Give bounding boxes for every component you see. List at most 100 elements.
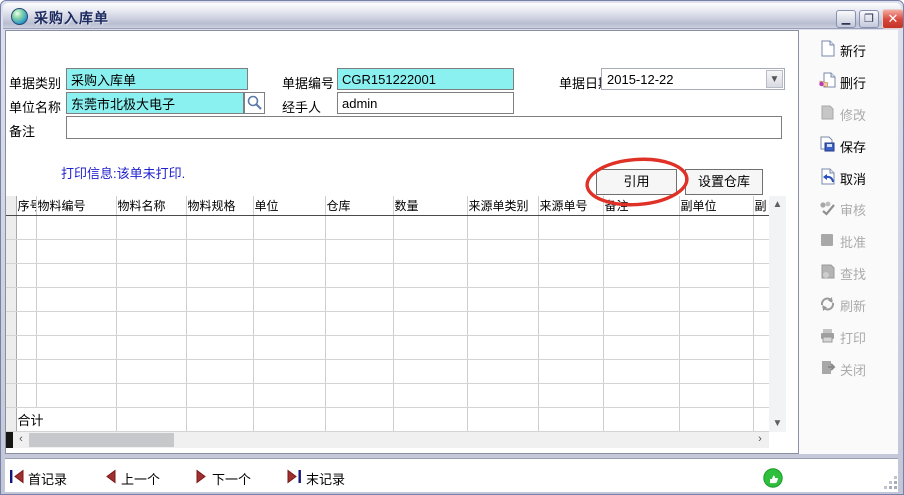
table-cell[interactable] (393, 287, 467, 311)
table-cell[interactable] (325, 263, 393, 287)
table-cell[interactable] (116, 239, 186, 263)
hscroll-splitter[interactable] (6, 432, 13, 448)
table-cell[interactable] (753, 215, 769, 239)
table-cell[interactable] (253, 383, 325, 407)
table-cell[interactable] (603, 383, 679, 407)
table-cell[interactable] (16, 239, 36, 263)
table-cell[interactable] (538, 311, 603, 335)
maximize-button[interactable]: ❐ (859, 10, 879, 28)
table-cell[interactable] (538, 239, 603, 263)
table-cell[interactable] (36, 311, 116, 335)
table-cell[interactable] (186, 311, 253, 335)
table-cell[interactable] (325, 335, 393, 359)
table-cell[interactable] (679, 215, 753, 239)
table-cell[interactable] (467, 287, 538, 311)
table-cell[interactable] (603, 239, 679, 263)
table-cell[interactable] (679, 383, 753, 407)
table-cell[interactable] (753, 263, 769, 287)
table-cell[interactable] (253, 311, 325, 335)
table-cell[interactable] (679, 239, 753, 263)
table-cell[interactable] (116, 311, 186, 335)
close-button[interactable]: ✕ (882, 9, 904, 29)
table-cell[interactable] (253, 215, 325, 239)
horizontal-scrollbar[interactable]: ‹ › (6, 432, 769, 448)
table-cell[interactable] (325, 287, 393, 311)
chevron-down-icon[interactable]: ▼ (766, 70, 783, 88)
titlebar[interactable]: 采购入库单 ▁ ❐ ✕ (3, 3, 901, 29)
table-cell[interactable] (753, 239, 769, 263)
minimize-button[interactable]: ▁ (836, 10, 856, 28)
remarks-field[interactable] (66, 116, 782, 139)
table-cell[interactable] (753, 359, 769, 383)
table-cell[interactable] (467, 239, 538, 263)
table-cell[interactable] (679, 311, 753, 335)
scroll-left-icon[interactable]: ‹ (14, 432, 28, 448)
table-cell[interactable] (325, 311, 393, 335)
table-cell[interactable] (538, 215, 603, 239)
table-cell[interactable] (116, 383, 186, 407)
unit-name-field[interactable] (66, 92, 244, 114)
table-cell[interactable] (186, 359, 253, 383)
table-cell[interactable] (538, 359, 603, 383)
scroll-up-icon[interactable]: ▲ (769, 196, 786, 213)
table-cell[interactable] (679, 287, 753, 311)
table-cell[interactable] (393, 239, 467, 263)
table-cell[interactable] (603, 287, 679, 311)
table-cell[interactable] (186, 239, 253, 263)
scroll-down-icon[interactable]: ▼ (769, 415, 786, 432)
table-cell[interactable] (116, 359, 186, 383)
sidebar-item-save[interactable]: 保存 (819, 135, 895, 155)
table-cell[interactable] (679, 359, 753, 383)
table-cell[interactable] (253, 359, 325, 383)
table-cell[interactable] (603, 215, 679, 239)
table-cell[interactable] (393, 311, 467, 335)
table-cell[interactable] (603, 335, 679, 359)
table-cell[interactable] (16, 359, 36, 383)
table-cell[interactable] (753, 335, 769, 359)
sidebar-item-new-row[interactable]: 新行 (819, 39, 895, 59)
table-cell[interactable] (36, 359, 116, 383)
table-cell[interactable] (603, 263, 679, 287)
table-cell[interactable] (186, 335, 253, 359)
table-cell[interactable] (325, 383, 393, 407)
table-cell[interactable] (16, 263, 36, 287)
table-cell[interactable] (603, 311, 679, 335)
table-cell[interactable] (538, 263, 603, 287)
table-cell[interactable] (467, 359, 538, 383)
hscroll-thumb[interactable] (29, 433, 174, 447)
table-cell[interactable] (16, 311, 36, 335)
table-cell[interactable] (325, 239, 393, 263)
table-cell[interactable] (467, 335, 538, 359)
table-cell[interactable] (538, 383, 603, 407)
table-cell[interactable] (116, 287, 186, 311)
table-cell[interactable] (393, 383, 467, 407)
table-cell[interactable] (753, 287, 769, 311)
table-cell[interactable] (538, 335, 603, 359)
doc-date-combo[interactable]: 2015-12-22 ▼ (601, 68, 785, 90)
table-cell[interactable] (325, 359, 393, 383)
doc-type-field[interactable] (66, 68, 248, 90)
table-cell[interactable] (679, 335, 753, 359)
table-cell[interactable] (753, 383, 769, 407)
table-cell[interactable] (467, 311, 538, 335)
table-cell[interactable] (253, 239, 325, 263)
table-cell[interactable] (186, 263, 253, 287)
table-cell[interactable] (467, 383, 538, 407)
table-cell[interactable] (603, 359, 679, 383)
unit-search-button[interactable] (244, 92, 265, 114)
resize-grip[interactable] (883, 475, 899, 491)
table-cell[interactable] (16, 383, 36, 407)
table-cell[interactable] (679, 263, 753, 287)
table-cell[interactable] (393, 263, 467, 287)
table-cell[interactable] (753, 311, 769, 335)
table-cell[interactable] (116, 335, 186, 359)
table-cell[interactable] (393, 215, 467, 239)
table-cell[interactable] (393, 335, 467, 359)
table-cell[interactable] (16, 287, 36, 311)
table-cell[interactable] (253, 287, 325, 311)
table-cell[interactable] (36, 215, 116, 239)
table-cell[interactable] (36, 335, 116, 359)
table-cell[interactable] (325, 215, 393, 239)
scroll-right-icon[interactable]: › (753, 432, 767, 448)
handler-field[interactable] (337, 92, 514, 114)
